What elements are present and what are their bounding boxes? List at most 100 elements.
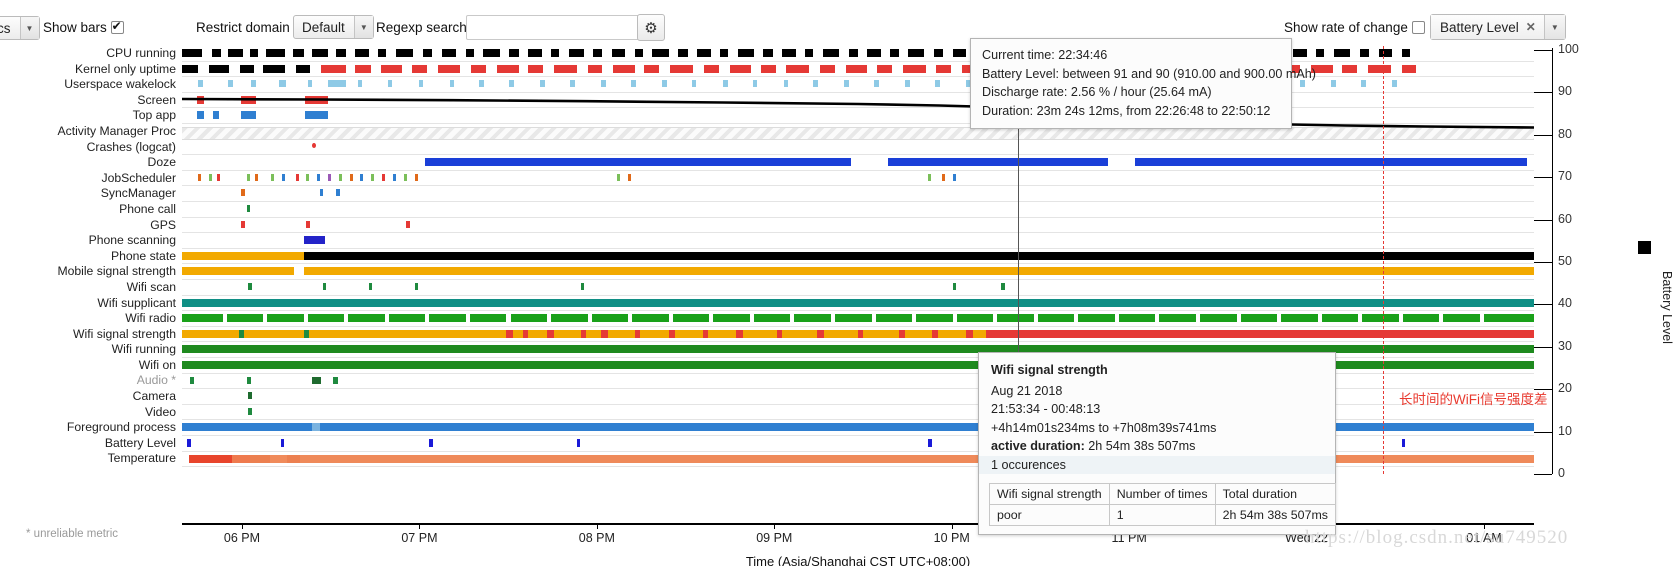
tooltip-occurrences: 1 occurences <box>979 455 1335 474</box>
left-metric-select[interactable]: cs ▼ <box>0 16 40 40</box>
row-label[interactable]: Wifi radio <box>0 311 182 327</box>
track-screen[interactable] <box>182 95 1534 104</box>
table-row: poor 1 2h 54m 38s 507ms <box>989 504 1336 526</box>
row-label[interactable]: Phone scanning <box>0 233 182 249</box>
y-tick-mark <box>1534 134 1552 136</box>
close-icon[interactable]: ✕ <box>1526 20 1536 34</box>
row-label[interactable]: Doze <box>0 155 182 171</box>
regexp-search-input[interactable] <box>466 15 651 40</box>
y-tick-label: 30 <box>1558 338 1572 353</box>
row-label[interactable]: Mobile signal strength <box>0 264 182 280</box>
table-header-cell: Number of times <box>1108 483 1216 505</box>
y-tick-label: 0 <box>1558 466 1565 480</box>
track-syncmanager[interactable] <box>182 189 1534 197</box>
x-tick-mark <box>774 523 776 529</box>
table-header-cell: Wifi signal strength <box>989 483 1110 505</box>
track-phone-scanning[interactable] <box>182 236 1534 245</box>
show-bars-label: Show bars <box>43 20 107 35</box>
track-gps[interactable] <box>182 220 1534 228</box>
row-label[interactable]: Temperature <box>0 451 182 467</box>
row-label[interactable]: Userspace wakelock <box>0 77 182 93</box>
track-phone-call[interactable] <box>182 205 1534 212</box>
row-label[interactable]: Camera <box>0 389 182 405</box>
y-tick-label: 40 <box>1558 296 1572 311</box>
row-label[interactable]: Wifi scan <box>0 280 182 296</box>
y-tick-mark <box>1534 219 1552 221</box>
track-phone-state[interactable] <box>182 251 1534 260</box>
annotation-text: 长时间的WiFi信号强度差 <box>1399 392 1548 407</box>
y-tick-label: 80 <box>1558 126 1572 141</box>
row-label[interactable]: Wifi signal strength <box>0 327 182 343</box>
y-tick-mark <box>1534 431 1552 433</box>
row-label[interactable]: Screen <box>0 93 182 109</box>
tooltip-date: Aug 21 2018 <box>991 383 1063 398</box>
row-label[interactable]: Wifi on <box>0 358 182 374</box>
row-label[interactable]: Wifi supplicant <box>0 296 182 312</box>
track-userspace-wakelock[interactable] <box>182 80 1534 88</box>
row-label[interactable]: Kernel only uptime <box>0 62 182 78</box>
y-tick-mark <box>1534 177 1552 179</box>
y-tick-label: 50 <box>1558 254 1572 268</box>
row-label[interactable]: JobScheduler <box>0 171 182 187</box>
chevron-down-icon: ▼ <box>19 17 39 39</box>
show-rate-of-change-checkbox[interactable] <box>1411 21 1425 34</box>
track-doze[interactable] <box>182 158 1534 167</box>
row-label[interactable]: Top app <box>0 108 182 124</box>
tooltip-discharge-rate: Discharge rate: 2.56 % / hour (25.64 mA) <box>982 85 1212 99</box>
x-tick-mark <box>596 523 598 529</box>
y-tick-mark <box>1534 92 1552 94</box>
y-tick-mark <box>1534 262 1552 263</box>
row-label[interactable]: Crashes (logcat) <box>0 140 182 156</box>
row-label[interactable]: CPU running <box>0 46 182 62</box>
track-kernel-only-uptime[interactable] <box>182 64 1534 73</box>
track-wifi-supplicant[interactable] <box>182 298 1534 307</box>
row-label[interactable]: Activity Manager Proc <box>0 124 182 140</box>
metric-token-select[interactable]: Battery Level ✕ ▼ <box>1430 14 1566 40</box>
track-cpu-running[interactable] <box>182 49 1534 57</box>
x-tick-label: 09 PM <box>756 531 793 545</box>
track-wifi-scan[interactable] <box>182 283 1534 290</box>
tooltip-active-duration-label: active duration: <box>991 439 1085 453</box>
tooltip-title: Wifi signal strength <box>991 363 1108 377</box>
x-tick-mark <box>242 523 243 529</box>
track-wifi-radio[interactable] <box>182 314 1534 323</box>
restrict-domain-label: Restrict domain <box>196 20 290 35</box>
x-tick-mark <box>951 523 953 529</box>
restrict-domain-select[interactable]: Default ▼ <box>293 15 374 39</box>
track-mobile-signal-strength[interactable] <box>182 267 1534 276</box>
x-axis-title: Time (Asia/Shanghai CST UTC+08:00) <box>745 554 971 566</box>
row-label[interactable]: Audio * <box>0 373 182 389</box>
metric-token-label: Battery Level <box>1440 19 1519 35</box>
left-metric-select-value: cs <box>0 21 11 36</box>
track-crashes-logcat[interactable] <box>182 142 1534 148</box>
y-tick-mark <box>1534 304 1552 306</box>
legend-label-battery-level: Battery Level <box>1660 271 1674 344</box>
show-bars-checkbox[interactable] <box>110 19 124 34</box>
track-top-app[interactable] <box>182 111 1534 120</box>
table-header-cell: Total duration <box>1214 483 1336 505</box>
row-label[interactable]: Battery Level <box>0 436 182 452</box>
row-label[interactable]: GPS <box>0 218 182 234</box>
tooltip-wifi-signal-strength: Wifi signal strength Aug 21 2018 21:53:3… <box>978 352 1336 535</box>
track-jobscheduler[interactable] <box>182 173 1534 181</box>
right-axis: Battery Level 100 90 80 70 60 50 40 30 20 10 0 <box>1534 42 1677 480</box>
track-wifi-signal-strength[interactable] <box>182 329 1534 338</box>
row-label[interactable]: SyncManager <box>0 186 182 202</box>
row-label-column: CPU running Kernel only uptime Userspace w… <box>0 46 182 467</box>
gear-icon[interactable]: ⚙ <box>637 14 665 41</box>
tooltip-battery-level: Battery Level: between 91 and 90 (910.00… <box>982 66 1316 81</box>
y-tick-label: 20 <box>1558 381 1572 396</box>
y-tick-label: 100 <box>1558 42 1579 56</box>
x-tick-mark <box>419 523 421 529</box>
track-activity-manager-proc[interactable] <box>182 127 1534 140</box>
row-label[interactable]: Phone state <box>0 249 182 265</box>
chevron-down-icon[interactable]: ▼ <box>1544 15 1565 39</box>
row-label[interactable]: Video <box>0 405 182 421</box>
row-label[interactable]: Wifi running <box>0 342 182 358</box>
table-header-row: Wifi signal strength Number of times Total… <box>989 483 1336 505</box>
axis-vertical-line <box>1552 48 1553 474</box>
chevron-down-icon: ▼ <box>353 16 373 38</box>
x-tick-label: 06 PM <box>223 531 261 545</box>
row-label[interactable]: Foreground process <box>0 420 182 436</box>
row-label[interactable]: Phone call <box>0 202 182 218</box>
